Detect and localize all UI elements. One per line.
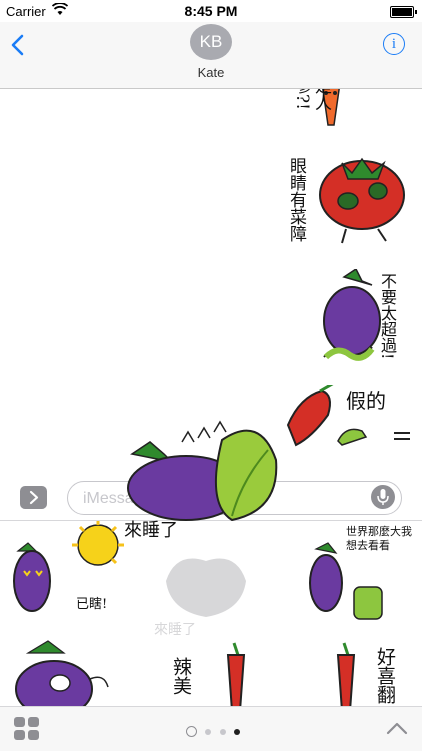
bottom-toolbar — [0, 706, 422, 751]
sticker-chili-hot[interactable]: 辣美 — [160, 641, 270, 707]
microphone-button[interactable] — [371, 485, 395, 509]
sticker-eggplant-smash[interactable] — [8, 639, 128, 707]
dragging-sticker-caption: 來睡了 — [124, 520, 178, 541]
ghost-sleep-caption: 來睡了 — [154, 622, 196, 638]
carrot-caption: 是人參?! — [292, 89, 331, 111]
eggplant-sun-caption: 已瞎! — [76, 597, 108, 612]
app-drawer-toggle-button[interactable] — [20, 486, 47, 509]
page-dot[interactable] — [205, 728, 212, 735]
page-dot-active[interactable] — [234, 728, 241, 735]
sticker-eggplant-sun[interactable]: 已瞎! — [6, 521, 126, 621]
back-chevron-icon[interactable] — [10, 34, 24, 56]
eggplant-worm-caption: 不要太超過! — [378, 273, 397, 360]
battery-icon — [390, 6, 417, 18]
contact-avatar[interactable]: KB — [190, 24, 232, 60]
contact-name[interactable]: Kate — [0, 65, 422, 80]
chevron-right-icon — [29, 490, 39, 505]
page-indicator[interactable] — [186, 723, 242, 738]
chili-flip-art — [336, 642, 356, 707]
eggplant-luggage-art — [309, 542, 383, 620]
page-dot[interactable] — [219, 728, 226, 735]
status-bar: Carrier 8:45 PM — [0, 0, 422, 22]
sticker-chili-flip[interactable]: 好喜翻 — [316, 641, 422, 707]
app-grid-icon[interactable] — [14, 717, 40, 741]
carrot-sticker[interactable]: 是人參?! — [290, 89, 380, 143]
chili-flip-caption: 好喜翻 — [374, 647, 396, 704]
chili-sticker[interactable]: 假的 — [282, 385, 422, 461]
chili-hot-art — [226, 642, 246, 707]
conversation-header: KB Kate i — [0, 22, 422, 89]
chili-caption: 假的 — [346, 389, 386, 413]
sticker-eggplant-luggage[interactable]: 世界那麼大我想去看看 — [292, 521, 420, 631]
eggplant-sun-art — [13, 521, 124, 612]
microphone-icon — [377, 489, 389, 505]
eggplant-worm-sticker-art — [323, 269, 381, 361]
eggplant-worm-sticker[interactable]: 不要太超過! — [316, 269, 416, 369]
info-icon[interactable]: i — [383, 33, 405, 55]
chevron-up-icon[interactable] — [386, 721, 408, 735]
dragging-sticker[interactable]: 來睡了 — [120, 420, 290, 550]
eggplant-smash-art — [15, 640, 109, 707]
clock: 8:45 PM — [184, 3, 238, 19]
chili-hot-caption: 辣美 — [170, 657, 192, 695]
tomato-sticker[interactable]: 眼睛有菜障 — [286, 157, 416, 252]
tomato-caption: 眼睛有菜障 — [286, 157, 306, 242]
recents-clock-icon[interactable] — [186, 726, 197, 738]
sticker-ghost-sleep[interactable]: 來睡了 — [146, 541, 266, 651]
